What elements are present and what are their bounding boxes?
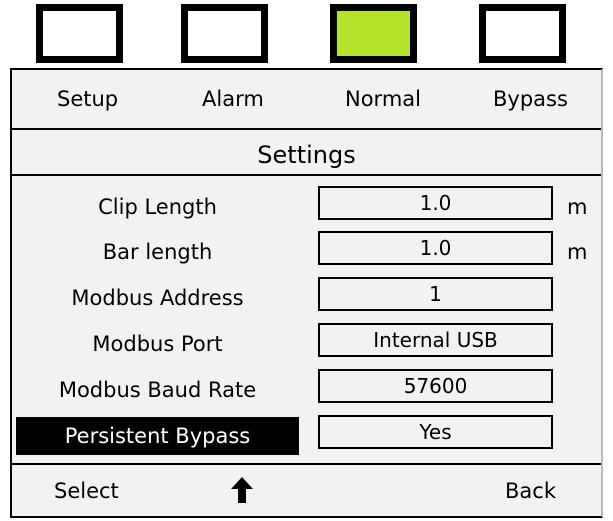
clip-length-field[interactable]: 1.0 xyxy=(318,186,553,220)
footer-divider xyxy=(12,463,601,465)
status-indicator-3-active xyxy=(330,4,417,63)
tab-alarm[interactable]: Alarm xyxy=(202,86,264,112)
modbus-baud-rate-field[interactable]: 57600 xyxy=(318,369,553,403)
tab-normal[interactable]: Normal xyxy=(345,86,421,112)
modbus-address-field[interactable]: 1 xyxy=(318,277,553,311)
bar-length-field[interactable]: 1.0 xyxy=(318,231,553,265)
persistent-bypass-field[interactable]: Yes xyxy=(318,415,553,449)
up-arrow-icon[interactable] xyxy=(230,476,254,504)
status-indicator-4 xyxy=(479,4,566,63)
clip-length-unit: m xyxy=(567,195,588,219)
settings-panel: Setup Alarm Normal Bypass Settings Clip … xyxy=(10,68,603,518)
modbus-port-field[interactable]: Internal USB xyxy=(318,323,553,357)
persistent-bypass-label-selected[interactable]: Persistent Bypass xyxy=(16,417,299,455)
back-button[interactable]: Back xyxy=(505,478,556,504)
status-indicator-1 xyxy=(36,4,123,63)
modbus-port-label: Modbus Port xyxy=(92,332,223,356)
bar-length-label: Bar length xyxy=(102,240,213,264)
tab-bypass[interactable]: Bypass xyxy=(493,86,568,112)
modbus-baud-rate-label: Modbus Baud Rate xyxy=(58,378,257,402)
select-button[interactable]: Select xyxy=(54,478,119,504)
tab-setup[interactable]: Setup xyxy=(57,86,118,112)
screen: Setup Alarm Normal Bypass Settings Clip … xyxy=(0,0,613,521)
status-indicator-2 xyxy=(181,4,268,63)
mode-tab-bar: Setup Alarm Normal Bypass xyxy=(12,70,601,130)
bar-length-unit: m xyxy=(567,240,588,264)
clip-length-label: Clip Length xyxy=(98,195,217,219)
title-divider xyxy=(12,174,601,176)
page-title: Settings xyxy=(257,141,356,169)
modbus-address-label: Modbus Address xyxy=(71,286,244,310)
